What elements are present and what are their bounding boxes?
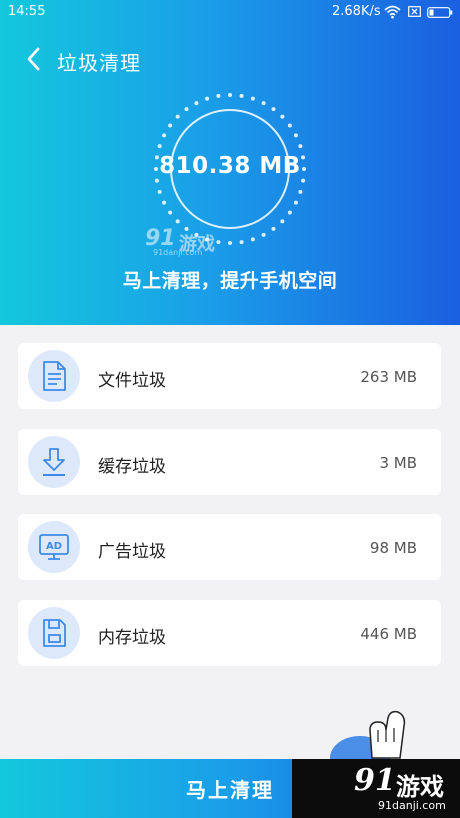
back-button[interactable] xyxy=(18,44,48,74)
total-junk-size: 810.38 MB xyxy=(159,153,301,179)
gauge-dot xyxy=(280,114,285,119)
gauge-dot xyxy=(271,107,276,112)
gauge-dot xyxy=(216,93,221,98)
gauge-dot xyxy=(162,200,167,205)
gauge-dot xyxy=(287,123,292,128)
gauge-dot xyxy=(175,114,180,119)
gauge-dot xyxy=(293,200,298,205)
battery-icon xyxy=(427,7,453,18)
gauge-dot xyxy=(301,178,306,183)
gauge-dot xyxy=(261,232,266,237)
item-size: 3 MB xyxy=(379,453,417,472)
gauge-dot xyxy=(239,93,244,98)
hand-pointer-icon xyxy=(330,710,406,760)
header-banner: 14:55 2.68K/s 垃圾清理 810.38 MB 91 游戏 91dan… xyxy=(0,0,460,325)
item-size: 263 MB xyxy=(360,368,417,386)
junk-size-gauge: 810.38 MB xyxy=(150,89,310,249)
junk-item-cache[interactable]: 缓存垃圾 3 MB xyxy=(18,428,441,495)
junk-category-list: 文件垃圾 263 MB 缓存垃圾 3 MB AD 广告垃圾 98 MB 内存垃圾… xyxy=(18,343,441,685)
gauge-dot xyxy=(154,178,159,183)
gauge-dot xyxy=(168,123,173,128)
page-title: 垃圾清理 xyxy=(57,51,141,75)
gauge-dot xyxy=(261,101,266,106)
status-time: 14:55 xyxy=(8,4,46,19)
status-bar: 14:55 2.68K/s xyxy=(0,0,460,24)
gauge-dot xyxy=(175,219,180,224)
item-label: 内存垃圾 xyxy=(98,627,166,648)
gauge-dot xyxy=(205,96,210,101)
gauge-dot xyxy=(271,226,276,231)
network-speed: 2.68K/s xyxy=(332,4,381,19)
gauge-dot xyxy=(287,210,292,215)
gauge-dot xyxy=(280,219,285,224)
gauge-dot xyxy=(293,133,298,138)
item-label: 文件垃圾 xyxy=(98,371,166,391)
item-size: 446 MB xyxy=(360,624,417,643)
gauge-dot xyxy=(250,96,255,101)
gauge-dot xyxy=(228,93,232,97)
junk-item-file[interactable]: 文件垃圾 263 MB xyxy=(18,343,441,409)
wifi-icon xyxy=(384,5,401,19)
clean-tagline: 马上清理，提升手机空间 xyxy=(122,270,338,292)
chevron-left-icon xyxy=(27,47,40,71)
document-icon xyxy=(28,350,80,402)
ad-monitor-icon: AD xyxy=(28,521,80,573)
gauge-dot xyxy=(194,101,199,106)
watermark-badge: 91 游戏 91danji.com xyxy=(292,759,460,818)
gauge-dot xyxy=(298,189,303,194)
download-icon xyxy=(28,435,80,488)
svg-text:AD: AD xyxy=(46,541,62,552)
junk-item-ad[interactable]: AD 广告垃圾 98 MB xyxy=(18,514,441,580)
item-size: 98 MB xyxy=(369,539,417,557)
gauge-dot xyxy=(162,133,167,138)
junk-item-memory[interactable]: 内存垃圾 446 MB xyxy=(18,599,441,666)
item-label: 缓存垃圾 xyxy=(98,456,166,477)
no-sim-icon xyxy=(408,6,421,17)
gauge-dot xyxy=(157,144,162,149)
sd-card-icon xyxy=(28,606,80,659)
gauge-dot xyxy=(298,144,303,149)
gauge-dot xyxy=(184,107,189,112)
watermark-logo: 91 游戏 91danji.com xyxy=(145,226,215,257)
gauge-dot xyxy=(168,210,173,215)
item-label: 广告垃圾 xyxy=(98,542,166,562)
gauge-dot xyxy=(157,189,162,194)
